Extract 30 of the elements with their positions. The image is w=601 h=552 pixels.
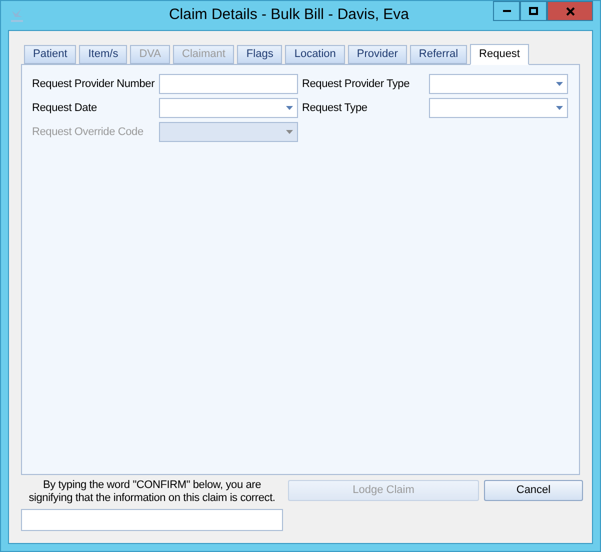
field-label: Request Provider Number [32,76,156,92]
tab[interactable]: Referral [410,45,468,64]
close-button[interactable] [547,1,593,21]
tab[interactable]: Flags [237,45,282,64]
confirm-instructions: By typing the word "CONFIRM" below, you are signifying that the information on this claim is correct. [28,479,276,505]
field-label: Request Type [302,100,368,116]
tab[interactable]: Item/s [79,45,128,64]
maximize-icon [529,7,538,15]
maximize-button[interactable] [520,1,547,21]
tab[interactable]: Provider [348,45,407,64]
caret-icon [556,82,563,86]
confirm-input-field[interactable] [21,509,283,531]
minimize-icon [502,10,510,12]
dropdown-field[interactable] [159,98,298,118]
dropdown-field[interactable] [429,98,568,118]
action-button[interactable]: Cancel [484,480,583,501]
tab[interactable]: Location [285,45,345,64]
caret-icon [556,106,563,110]
minimize-button[interactable] [493,1,520,21]
close-icon [566,6,574,16]
field-label: Request Provider Type [302,76,410,92]
window-title: Claim Details - Bulk Bill - Davis, Eva [168,5,410,26]
caret-icon [286,130,293,134]
tab[interactable]: Patient [24,45,76,64]
caret-icon [286,106,293,110]
field-label: Request Override Code [32,124,144,140]
input-field[interactable] [159,74,298,94]
field-label: Request Date [32,100,98,116]
tab[interactable]: Request [470,44,529,65]
dropdown-field[interactable] [429,74,568,94]
